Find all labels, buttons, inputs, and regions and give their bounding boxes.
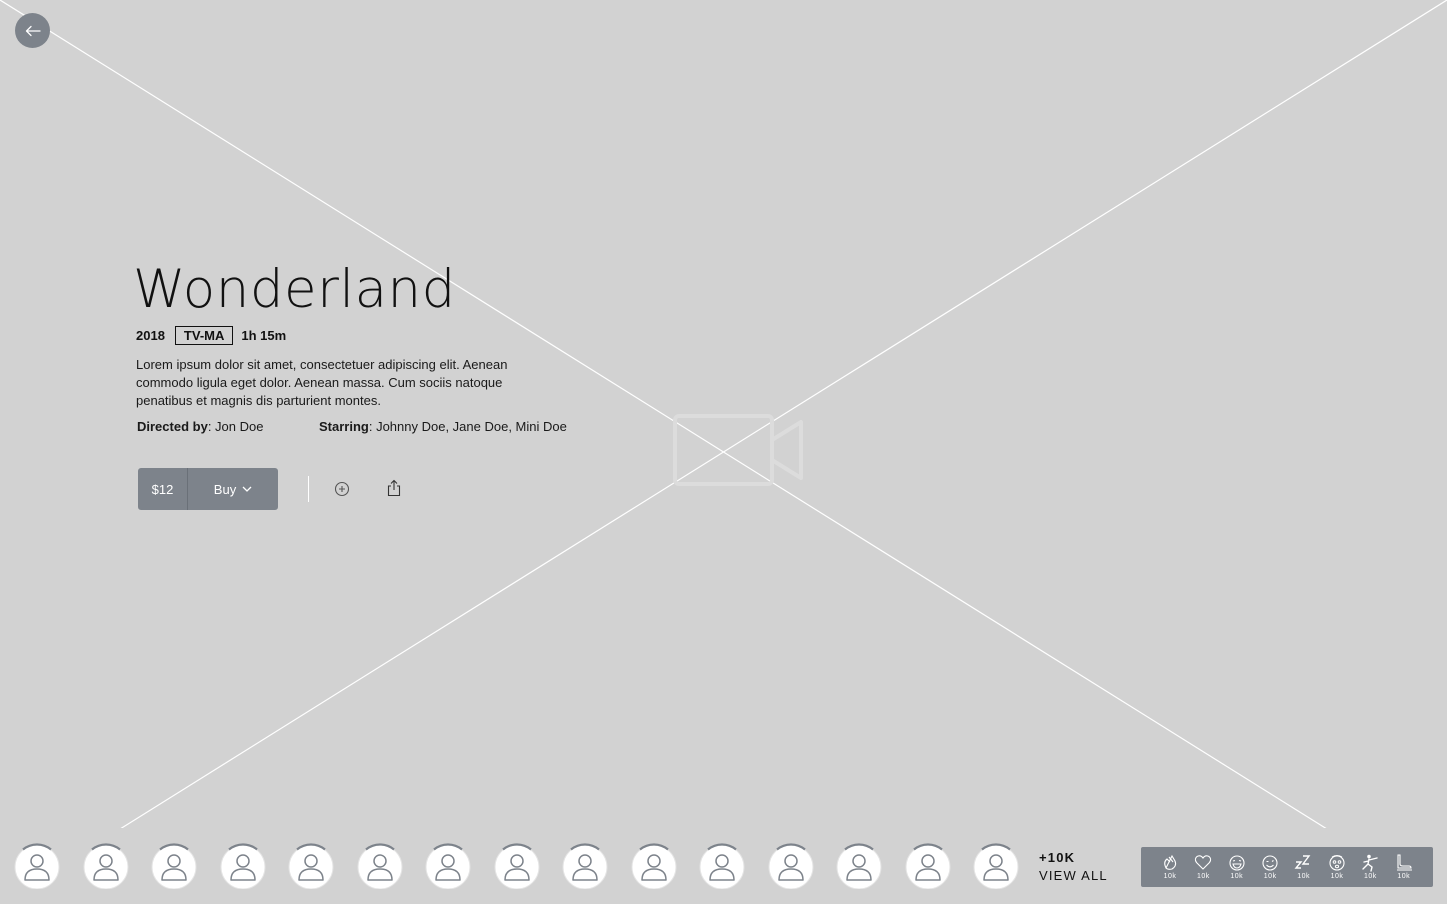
reaction-count: 10k <box>1196 873 1210 880</box>
hero-image-placeholder <box>0 0 1447 828</box>
cast-credit: Starring: Johnny Doe, Jane Doe, Mini Doe <box>319 419 567 434</box>
reaction-count: 10k <box>1297 873 1310 880</box>
video-camera-icon <box>673 414 803 486</box>
wink-icon <box>1262 855 1278 871</box>
viewer-avatar[interactable] <box>836 843 882 890</box>
movie-title: Wonderland <box>133 259 456 320</box>
viewer-avatar[interactable] <box>768 843 814 890</box>
cast-names: : Johnny Doe, Jane Doe, Mini Doe <box>368 419 567 434</box>
kick-icon <box>1362 854 1379 872</box>
viewer-avatar[interactable] <box>494 843 540 890</box>
sleep-icon <box>1294 855 1310 869</box>
movie-description: Lorem ipsum dolor sit amet, consectetuer… <box>136 357 508 408</box>
reaction-laugh[interactable]: 10k <box>1222 853 1252 885</box>
plus-circle-icon <box>334 481 350 497</box>
reactions-panel: 10k 10k 10k 10k 10k 10k 10k 10k <box>1141 847 1433 887</box>
viewer-avatar[interactable] <box>14 843 60 890</box>
skate-icon <box>1396 854 1412 871</box>
reaction-count: 10k <box>1363 873 1377 880</box>
arrow-left-icon <box>25 25 41 36</box>
directed-by-label: Directed by <box>137 419 208 434</box>
reaction-heart[interactable]: 10k <box>1188 853 1218 885</box>
viewer-avatar[interactable] <box>562 843 608 890</box>
viewer-avatar[interactable] <box>699 843 745 890</box>
movie-meta: 2018 TV-MA 1h 15m <box>136 326 286 345</box>
more-viewers-count: +10K <box>1039 850 1076 865</box>
viewer-avatar[interactable] <box>973 843 1019 890</box>
heart-icon <box>1195 855 1212 870</box>
buy-button[interactable]: $12 Buy <box>138 468 278 510</box>
reaction-scared[interactable]: 10k <box>1322 853 1352 885</box>
viewer-avatar[interactable] <box>905 843 951 890</box>
clap-icon <box>1164 854 1177 870</box>
reaction-skate[interactable]: 10k <box>1389 853 1419 885</box>
reaction-count: 10k <box>1397 873 1411 880</box>
price-label: $12 <box>138 468 188 510</box>
director-credit: Directed by: Jon Doe <box>137 419 319 434</box>
reaction-wink[interactable]: 10k <box>1255 853 1285 885</box>
director-name: : Jon Doe <box>207 419 264 434</box>
reaction-clap[interactable]: 10k <box>1155 853 1185 885</box>
credits: Directed by: Jon Doe Starring: Johnny Do… <box>137 419 567 434</box>
duration: 1h 15m <box>241 328 287 343</box>
reaction-count: 10k <box>1163 873 1177 880</box>
scared-icon <box>1329 855 1345 871</box>
viewer-avatar[interactable] <box>357 843 403 890</box>
laugh-icon <box>1229 855 1245 871</box>
view-all-button[interactable]: +10K VIEW ALL <box>1039 850 1108 886</box>
reaction-count: 10k <box>1263 873 1277 880</box>
view-all-label: VIEW ALL <box>1039 868 1108 883</box>
share-button[interactable] <box>384 478 404 498</box>
viewer-avatar[interactable] <box>83 843 129 890</box>
share-icon <box>387 479 401 497</box>
reaction-kick[interactable]: 10k <box>1355 853 1385 885</box>
chevron-down-icon <box>242 486 252 492</box>
reaction-count: 10k <box>1330 873 1344 880</box>
add-to-list-button[interactable] <box>332 479 352 499</box>
reaction-sleep[interactable]: 10k <box>1289 853 1319 885</box>
starring-label: Starring <box>319 419 369 434</box>
viewer-avatar[interactable] <box>220 843 266 890</box>
viewer-avatar[interactable] <box>631 843 677 890</box>
back-button[interactable] <box>15 13 50 48</box>
viewer-avatar[interactable] <box>151 843 197 890</box>
release-year: 2018 <box>136 328 165 343</box>
viewer-avatar[interactable] <box>425 843 471 890</box>
viewer-avatar[interactable] <box>288 843 334 890</box>
reaction-count: 10k <box>1230 873 1244 880</box>
buy-dropdown[interactable]: Buy <box>188 468 278 510</box>
action-divider <box>308 476 309 502</box>
content-rating-badge: TV-MA <box>174 326 234 345</box>
buy-label: Buy <box>213 481 237 497</box>
